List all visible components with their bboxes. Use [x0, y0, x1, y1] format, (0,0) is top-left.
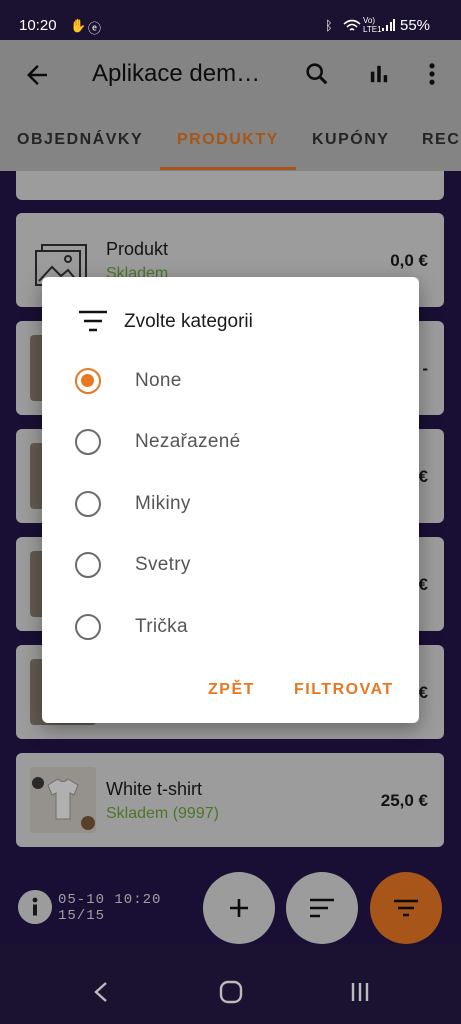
- radio-button[interactable]: [75, 614, 101, 640]
- radio-button[interactable]: [75, 429, 101, 455]
- option-label: Trička: [135, 616, 188, 637]
- back-button[interactable]: ZPĚT: [208, 681, 255, 699]
- status-time: 10:20: [19, 17, 57, 34]
- category-option[interactable]: Mikiny: [42, 474, 419, 534]
- volte-icon: Vo) LTE1: [363, 16, 382, 34]
- bluetooth-icon: ᛒ: [325, 18, 333, 33]
- filter-icon: [79, 310, 107, 332]
- system-nav-bar: [0, 944, 461, 1024]
- radio-button-checked[interactable]: [75, 368, 101, 394]
- dialog-title: Zvolte kategorii: [124, 311, 253, 332]
- status-bar: 10:20 ✋ ⓔ ᛒ Vo) LTE1 55%: [0, 0, 461, 40]
- category-filter-dialog: Zvolte kategorii None Nezařazené Mikiny …: [42, 277, 419, 723]
- wifi-icon: [343, 19, 361, 31]
- notification-icon: ✋: [70, 18, 87, 33]
- option-label: Mikiny: [135, 493, 191, 514]
- option-label: Svetry: [135, 554, 191, 575]
- app-icon: ⓔ: [88, 21, 102, 36]
- radio-button[interactable]: [75, 491, 101, 517]
- category-option[interactable]: Svetry: [42, 535, 419, 595]
- battery-level: 55%: [400, 17, 431, 34]
- nav-back-icon[interactable]: [90, 980, 112, 1004]
- nav-recents-icon[interactable]: [348, 980, 372, 1004]
- signal-icon: [382, 19, 395, 31]
- nav-home-icon[interactable]: [219, 980, 243, 1004]
- option-label: None: [135, 370, 182, 391]
- filter-apply-button[interactable]: FILTROVAT: [294, 681, 394, 699]
- category-option[interactable]: None: [42, 351, 419, 411]
- option-label: Nezařazené: [135, 431, 241, 452]
- radio-button[interactable]: [75, 552, 101, 578]
- category-option[interactable]: Trička: [42, 597, 419, 657]
- category-option[interactable]: Nezařazené: [42, 412, 419, 472]
